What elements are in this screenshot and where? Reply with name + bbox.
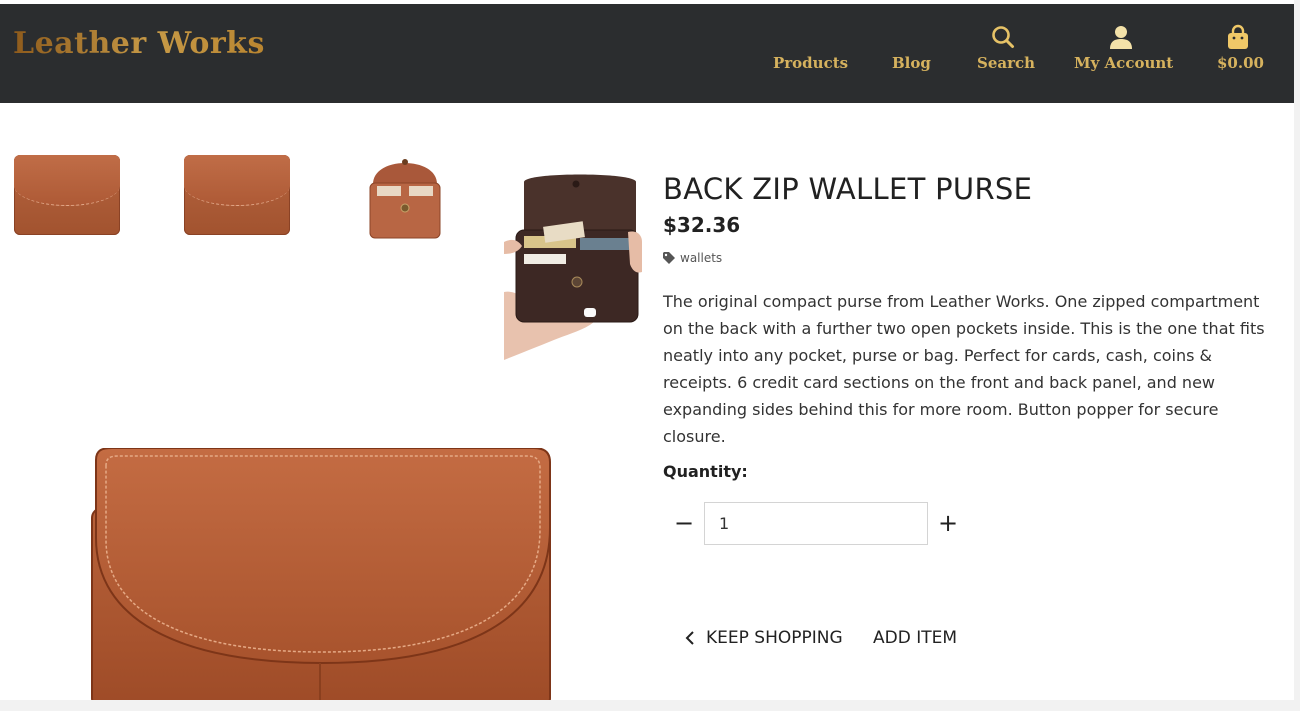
quantity-label: Quantity: [663,462,748,481]
product-thumbnail-2[interactable] [184,155,290,237]
decrement-quantity-button[interactable]: − [669,508,699,538]
user-icon[interactable] [1108,24,1134,52]
open-wallet-thumbnail-image [369,159,441,239]
product-description: The original compact purse from Leather … [663,292,1265,446]
category-tag[interactable]: wallets [663,251,722,265]
keep-shopping-button[interactable]: KEEP SHOPPING [684,628,843,648]
search-icon[interactable] [990,24,1016,52]
product-thumbnail-1[interactable] [14,155,120,237]
nav-my-account[interactable]: My Account [1074,54,1173,72]
product-price: $32.36 [663,213,741,237]
nav-cart-total[interactable]: $0.00 [1217,54,1264,72]
chevron-left-icon [685,631,694,645]
quantity-input[interactable] [704,502,928,545]
nav-blog[interactable]: Blog [892,54,931,72]
wallet-thumbnail-image [14,155,120,235]
add-item-label: ADD ITEM [873,628,958,648]
keep-shopping-label: KEEP SHOPPING [706,628,843,648]
product-thumbnail-3[interactable] [369,148,441,239]
site-header: Leather Works Products Blog Search My Ac… [0,4,1294,103]
add-item-button[interactable]: ADD ITEM [873,628,957,648]
wallet-in-hand-image [504,172,642,360]
product-page: Leather Works Products Blog Search My Ac… [0,0,1294,700]
nav-products[interactable]: Products [773,54,848,72]
main-product-image[interactable] [88,448,554,700]
tag-icon [663,252,675,264]
increment-quantity-button[interactable]: + [933,508,963,538]
product-title: BACK ZIP WALLET PURSE [663,172,1033,206]
wallet-thumbnail-image [184,155,290,235]
shopping-bag-icon[interactable] [1225,24,1251,52]
category-tag-label: wallets [680,251,723,265]
nav-search[interactable]: Search [977,54,1035,72]
site-logo[interactable]: Leather Works [13,26,265,61]
